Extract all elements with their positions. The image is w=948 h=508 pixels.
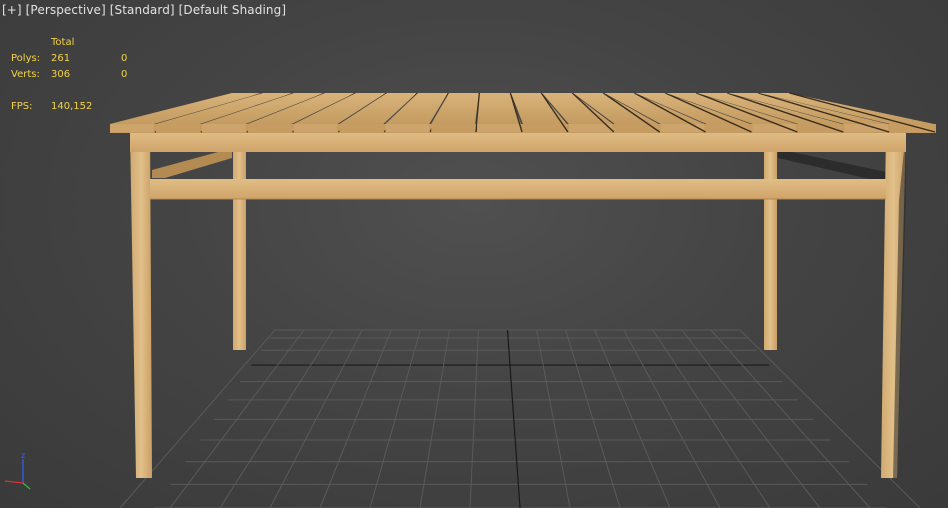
table-slat-face [385,124,430,132]
table-inner-brace-left [152,152,232,178]
table-slat-face [477,124,521,132]
stats-polys-total: 261 [51,53,71,64]
table-slat-face [752,124,797,132]
viewport-menu-shading[interactable]: [Default Shading] [179,3,286,17]
stats-polys-label: Polys: [11,53,41,64]
table-slat-face [614,124,659,132]
viewport-menu-view[interactable]: [Perspective] [26,3,106,17]
table-slat-face [155,124,200,132]
table-slat-face [293,124,338,132]
table-apron-top [130,132,906,152]
viewport-label: [+] [Perspective] [Standard] [Default Sh… [2,3,286,17]
stats-fps-value: 140,152 [51,101,93,112]
table-model[interactable] [110,92,936,478]
stats-verts-label: Verts: [11,69,40,80]
ground-grid [119,329,921,508]
axis-z-label: z [21,451,25,460]
stats-verts-total: 306 [51,69,71,80]
axis-x-line [4,480,24,484]
stats-polys-selected: 0 [121,53,128,64]
viewport-menu-mode[interactable]: [Standard] [110,3,175,17]
table-slat-face [431,124,476,132]
viewport-scene[interactable]: z [0,0,948,508]
table-slat-face [523,124,567,132]
table-slat-face [201,124,246,132]
table-slat-face [247,124,292,132]
viewport-menu-plus[interactable]: [+] [2,3,22,17]
table-inner-brace-right [778,152,886,180]
stats-header-total: Total [51,37,75,48]
stats-fps-label: FPS: [11,101,33,112]
stats-verts-selected: 0 [121,69,128,80]
table-slat-face [798,124,843,132]
table-slat-face [339,124,384,132]
table-stretcher [150,179,886,199]
axis-y-line [22,482,31,490]
table-slat-face [110,124,154,132]
table-leg-front-left [130,130,152,478]
axis-gizmo: z [4,451,31,490]
